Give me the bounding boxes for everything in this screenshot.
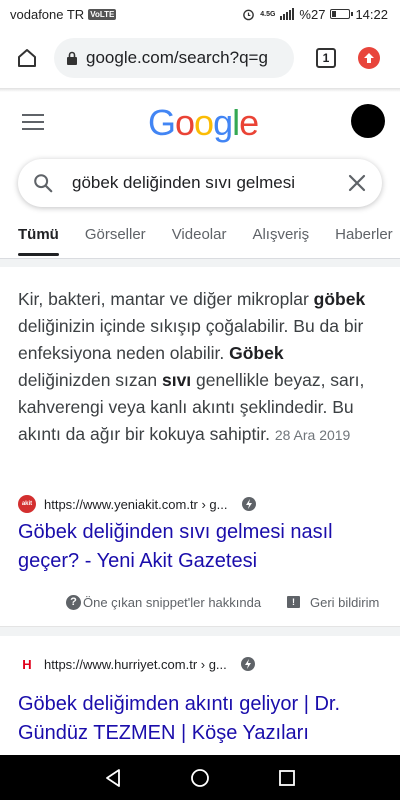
home-nav-button[interactable] (188, 766, 212, 790)
feedback-label: Geri bildirim (310, 594, 380, 610)
yeniakit-favicon: akit (18, 495, 36, 513)
tab-1[interactable]: Görseller (85, 218, 146, 258)
logo-letter: e (239, 102, 259, 143)
hurriyet-favicon: H (18, 655, 36, 673)
source-url: https://www.yeniakit.com.tr › g... (44, 496, 228, 512)
logo-letter: G (148, 102, 176, 143)
snippet-highlight: göbek (313, 289, 366, 309)
snippet-source[interactable]: akit https://www.yeniakit.com.tr › g... (18, 494, 380, 514)
home-circle-icon (191, 768, 209, 787)
lock-icon (66, 51, 78, 65)
carrier: vodafone TR VoLTE (10, 6, 117, 22)
snippet-result-title[interactable]: Göbek deliğinden sıvı gelmesi nasıl geçe… (18, 518, 380, 576)
tab-switcher-button[interactable]: 1 (316, 48, 336, 68)
menu-icon[interactable] (22, 114, 44, 130)
close-icon (348, 174, 366, 192)
help-icon: ? (66, 594, 81, 610)
snippet-date: 28 Ara 2019 (274, 427, 351, 443)
logo-letter: o (175, 102, 195, 143)
recents-icon (278, 769, 295, 786)
google-header: Google (0, 96, 400, 152)
toolbar-shadow (0, 88, 400, 92)
tab-3[interactable]: Alışveriş (252, 218, 309, 258)
search-input[interactable]: göbek deliğinden sıvı gelmesi (72, 173, 346, 193)
snippet-text: deliğinizin içinde sıkışıp çoğalabilir. … (18, 316, 364, 363)
back-icon (106, 768, 121, 787)
volte-badge: VoLTE (88, 8, 117, 20)
result-title[interactable]: Göbek deliğimden akıntı geliyor | Dr. Gü… (18, 690, 380, 748)
carrier-name: vodafone TR (10, 6, 85, 22)
tab-4[interactable]: Haberler (335, 218, 393, 258)
search-tabs: Tümü Görseller Videolar Alışveriş Haberler (0, 218, 400, 258)
amp-icon (241, 497, 256, 511)
tab-0[interactable]: Tümü (18, 218, 59, 258)
logo-letter: o (194, 102, 214, 143)
snippet-highlight: Göbek (229, 343, 284, 363)
clear-button[interactable] (346, 172, 368, 194)
signal-icon (280, 8, 295, 20)
snippet-footer: ? Öne çıkan snippet'ler hakkında ! Geri … (0, 591, 400, 613)
about-label: Öne çıkan snippet'ler hakkında (83, 594, 262, 610)
featured-snippet-text: Kir, bakteri, mantar ve diğer mikroplar … (18, 286, 380, 449)
home-icon (18, 49, 36, 67)
update-button[interactable] (358, 47, 380, 69)
section-separator (0, 259, 400, 267)
battery-fill (332, 11, 337, 17)
url-text: google.com/search?q=g (86, 48, 268, 67)
android-nav-bar (0, 755, 400, 800)
avatar[interactable] (351, 104, 385, 138)
browser-toolbar: google.com/search?q=g 1 (0, 28, 400, 88)
about-snippets-link[interactable]: ? Öne çıkan snippet'ler hakkında (66, 594, 262, 610)
status-bar: vodafone TR VoLTE 4.5G %27 14:22 (0, 0, 400, 28)
network-type: 4.5G (260, 10, 276, 18)
snippet-highlight: sıvı (161, 370, 192, 390)
back-button[interactable] (101, 766, 125, 790)
tab-2[interactable]: Videolar (172, 218, 227, 258)
battery-icon (330, 9, 354, 19)
source-url: https://www.hurriyet.com.tr › g... (44, 656, 227, 672)
address-bar[interactable]: google.com/search?q=g (54, 38, 294, 78)
clock: 14:22 (355, 6, 388, 22)
snippet-text: Kir, bakteri, mantar ve diğer mikroplar (18, 289, 314, 309)
search-box[interactable]: göbek deliğinden sıvı gelmesi (18, 159, 382, 207)
search-icon[interactable] (32, 172, 54, 194)
feedback-icon: ! (287, 596, 300, 608)
home-button[interactable] (12, 43, 42, 73)
logo-letter: g (213, 102, 233, 143)
snippet-text: deliğinizden sızan (18, 370, 162, 390)
result-source[interactable]: H https://www.hurriyet.com.tr › g... (18, 654, 380, 674)
arrow-up-icon (364, 53, 374, 63)
battery-percent: %27 (299, 6, 326, 22)
amp-icon (240, 657, 255, 671)
status-icons: 4.5G %27 14:22 (242, 7, 388, 22)
feedback-link[interactable]: ! Geri bildirim (287, 595, 379, 610)
google-logo[interactable]: Google (148, 102, 259, 144)
alarm-icon (243, 9, 255, 20)
result-separator (0, 626, 400, 636)
recents-button[interactable] (275, 766, 299, 790)
